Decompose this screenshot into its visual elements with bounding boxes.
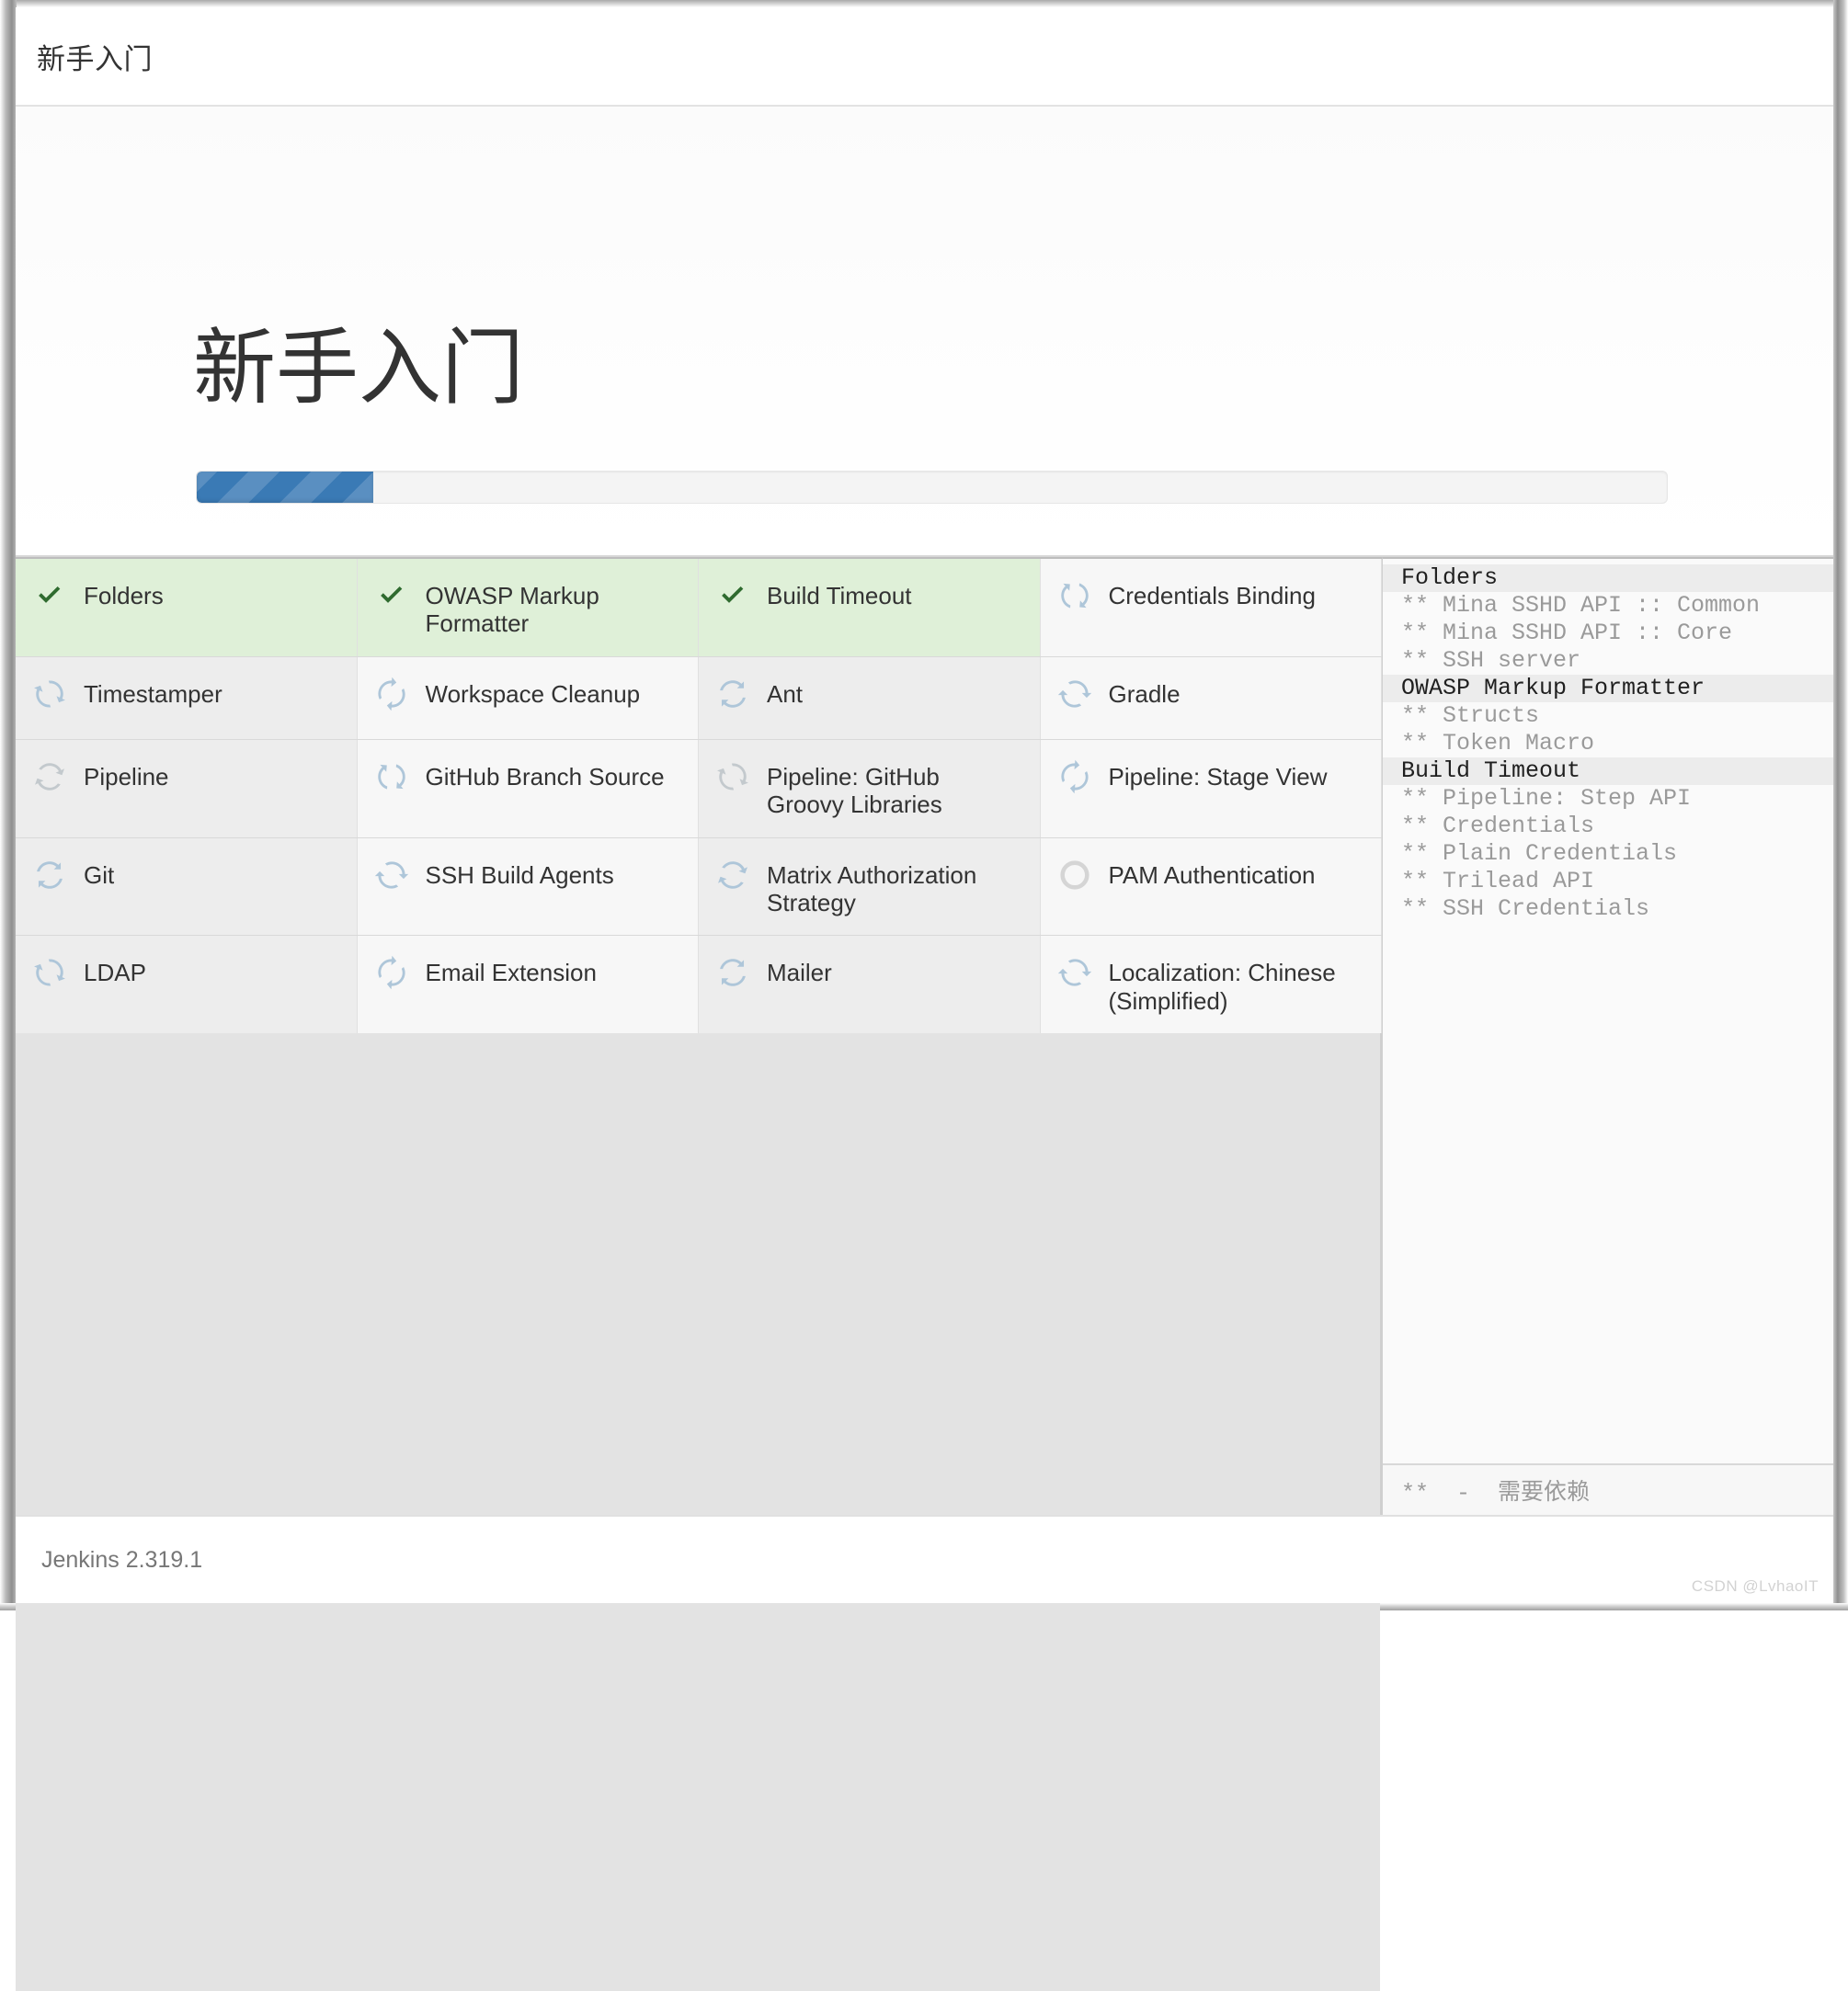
plugin-cell: Localization: Chinese (Simplified) xyxy=(1040,936,1382,1034)
spinner-icon xyxy=(376,760,413,793)
plugin-name-label: PAM Authentication xyxy=(1108,860,1316,889)
log-line: ** Mina SSHD API :: Core xyxy=(1383,620,1833,647)
plugin-cell: Build Timeout xyxy=(699,559,1041,656)
setup-wizard-dialog: 新手入门 新手入门 Folders OWASP Markup Formatter B… xyxy=(16,7,1833,1991)
plugin-cell: Git xyxy=(16,837,358,936)
plugin-name-label: Workspace Cleanup xyxy=(425,679,641,708)
install-log-panel[interactable]: Folders ** Mina SSHD API :: Common ** Mina… xyxy=(1382,557,1833,1515)
plugin-name-label: Email Extension xyxy=(425,959,597,987)
plugin-cell: OWASP Markup Formatter xyxy=(357,559,699,656)
plugin-name-label: Matrix Authorization Strategy xyxy=(767,860,977,917)
plugin-name-label: Credentials Binding xyxy=(1108,582,1316,609)
plugin-cell: Workspace Cleanup xyxy=(357,656,699,739)
plugin-name-label: Mailer xyxy=(767,959,832,987)
spinner-icon xyxy=(374,859,413,892)
spinner-icon xyxy=(376,677,413,711)
log-line: ** Credentials xyxy=(1383,813,1833,840)
log-line: ** Pipeline: Step API xyxy=(1383,785,1833,813)
plugin-cell: Pipeline xyxy=(16,739,358,837)
install-progress-bar xyxy=(196,471,1668,504)
spinner-icon xyxy=(717,956,754,989)
plugin-cell: Pipeline: Stage View xyxy=(1040,739,1382,837)
plugin-name-label: Folders xyxy=(84,582,164,609)
empty-circle-icon xyxy=(1059,859,1096,892)
spinner-icon xyxy=(1059,759,1096,794)
plugin-name-label: Localization: Chinese (Simplified) xyxy=(1108,959,1336,1015)
plugin-cell: Gradle xyxy=(1040,656,1382,739)
plugin-name-label: LDAP xyxy=(84,959,146,987)
plugin-name-label: Timestamper xyxy=(84,679,222,708)
plugin-cell: Ant xyxy=(699,656,1041,739)
plugin-cell: Mailer xyxy=(699,936,1041,1034)
install-progress-fill xyxy=(197,472,373,503)
spinner-icon xyxy=(717,760,754,793)
spinner-icon xyxy=(717,859,754,892)
grid-empty-space xyxy=(16,1033,1380,1991)
plugin-name-label: Git xyxy=(84,860,115,889)
log-line: OWASP Markup Formatter xyxy=(1383,675,1833,702)
spinner-icon xyxy=(34,859,71,892)
plugin-cell: Matrix Authorization Strategy xyxy=(699,837,1041,936)
spinner-icon xyxy=(1059,579,1096,612)
plugin-cell: PAM Authentication xyxy=(1040,837,1382,936)
plugin-cell: Timestamper xyxy=(16,656,358,739)
installation-body: Folders OWASP Markup Formatter Build Timeo… xyxy=(16,557,1833,1991)
plugin-name-label: Pipeline: Stage View xyxy=(1108,762,1328,791)
log-line: ** Mina SSHD API :: Common xyxy=(1383,592,1833,620)
log-line: ** Token Macro xyxy=(1383,730,1833,757)
plugin-name-label: GitHub Branch Source xyxy=(425,762,665,791)
plugin-cell: Email Extension xyxy=(357,936,699,1034)
plugin-cell: Pipeline: GitHub Groovy Libraries xyxy=(699,739,1041,837)
check-icon xyxy=(34,579,71,612)
progress-hero-panel: 新手入门 xyxy=(16,107,1833,557)
page-title: 新手入门 xyxy=(193,323,524,415)
dialog-title: 新手入门 xyxy=(37,42,153,75)
spinner-icon xyxy=(1057,956,1096,989)
log-legend: ** - 需要依赖 xyxy=(1383,1463,1833,1515)
log-line: ** SSH server xyxy=(1383,647,1833,675)
plugin-cell: Credentials Binding xyxy=(1040,559,1382,656)
setup-wizard-window: 新手入门 新手入门 Folders OWASP Markup Formatter B… xyxy=(0,0,1848,1991)
log-line: Folders xyxy=(1383,564,1833,592)
dialog-titlebar: 新手入门 xyxy=(16,7,1833,107)
plugin-name-label: Pipeline: GitHub Groovy Libraries xyxy=(767,762,942,819)
plugin-cell: GitHub Branch Source xyxy=(357,739,699,837)
window-edge-left xyxy=(0,0,17,1610)
plugin-name-label: Gradle xyxy=(1108,679,1181,708)
spinner-icon xyxy=(34,760,71,793)
watermark-label: CSDN @LvhaoIT xyxy=(1691,1577,1819,1595)
spinner-icon xyxy=(376,956,413,990)
log-line: ** Trilead API xyxy=(1383,868,1833,895)
plugin-name-label: SSH Build Agents xyxy=(425,860,614,889)
plugin-cell: SSH Build Agents xyxy=(357,837,699,936)
plugin-cell: Folders xyxy=(16,559,358,656)
jenkins-version-label: Jenkins 2.319.1 xyxy=(41,1546,203,1573)
log-line: ** Plain Credentials xyxy=(1383,840,1833,868)
plugin-name-label: OWASP Markup Formatter xyxy=(425,582,599,638)
check-icon xyxy=(717,579,754,612)
log-line: ** Structs xyxy=(1383,702,1833,730)
check-icon xyxy=(376,579,413,612)
spinner-icon xyxy=(717,677,754,711)
dialog-footer: Jenkins 2.319.1 CSDN @LvhaoIT xyxy=(16,1515,1833,1603)
window-edge-top xyxy=(0,0,1848,7)
spinner-icon xyxy=(34,956,71,989)
plugin-name-label: Build Timeout xyxy=(767,582,912,609)
spinner-icon xyxy=(34,677,71,711)
plugin-name-label: Ant xyxy=(767,679,804,708)
plugin-status-grid: Folders OWASP Markup Formatter Build Timeo… xyxy=(16,557,1382,1034)
log-line: ** SSH Credentials xyxy=(1383,895,1833,923)
plugin-name-label: Pipeline xyxy=(84,762,169,791)
install-log-lines: Folders ** Mina SSHD API :: Common ** Mina… xyxy=(1383,559,1833,1463)
log-line: Build Timeout xyxy=(1383,757,1833,785)
plugin-status-region: Folders OWASP Markup Formatter Build Timeo… xyxy=(16,557,1382,1991)
plugin-cell: LDAP xyxy=(16,936,358,1034)
spinner-icon xyxy=(1057,677,1096,711)
window-edge-right xyxy=(1833,0,1848,1610)
